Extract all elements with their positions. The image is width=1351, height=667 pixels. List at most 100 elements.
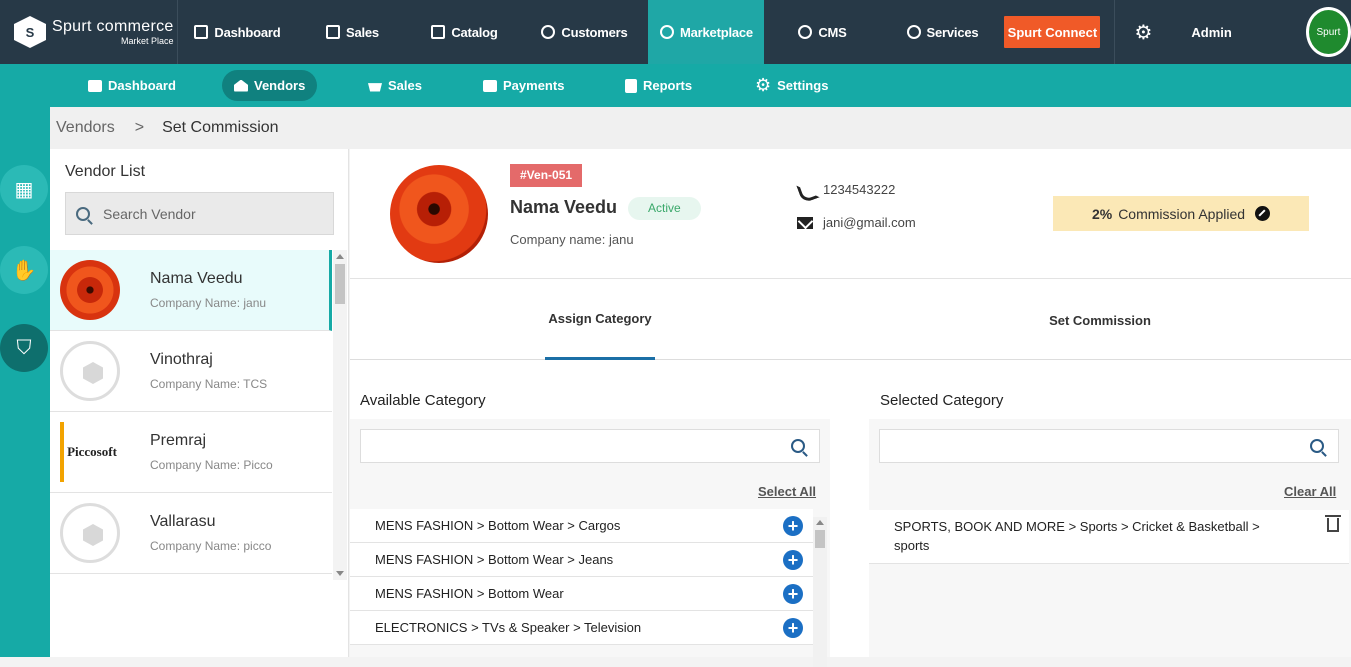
brand-name: Spurt commerce [52,17,174,35]
top-bar: S Spurt commerce Market Place Dashboard … [0,0,1351,64]
vendor-name: Vallarasu [150,513,216,530]
available-search-input[interactable] [360,429,820,463]
scroll-down-icon[interactable] [336,571,344,576]
nav-sales[interactable]: Sales [296,0,408,64]
available-scrollbar[interactable] [813,517,827,667]
status-badge: Active [628,197,701,220]
select-all-link[interactable]: Select All [758,484,816,499]
gear-icon: ⚙ [755,75,772,95]
chart-icon [194,25,209,39]
home-icon [234,79,248,92]
mail-icon [797,216,813,229]
vendor-company: Company Name: picco [150,539,272,553]
add-plus-icon[interactable]: + [783,618,803,638]
vendor-avatar-placeholder [60,341,120,401]
nav-cms[interactable]: CMS [764,0,880,64]
avatar[interactable]: Spurt [1305,7,1351,57]
report-icon [625,78,637,93]
brand-logo[interactable]: S Spurt commerce Market Place [0,0,179,64]
catalog-icon [431,25,446,39]
vendor-profile-company: Company name: janu [510,232,634,247]
subnav-dashboard[interactable]: Dashboard [76,70,188,101]
nav-marketplace[interactable]: Marketplace [648,0,765,64]
vendor-list: Nama Veedu Company Name: janu Vinothraj … [50,250,332,576]
add-plus-icon[interactable]: + [783,584,803,604]
vendor-avatar [60,260,120,320]
vendor-name: Nama Veedu [150,270,243,287]
basket-icon [368,83,382,92]
scroll-up-icon[interactable] [336,254,344,259]
vendor-company: Company Name: Picco [150,458,273,472]
nav-customers[interactable]: Customers [520,0,648,64]
edit-icon[interactable] [1255,206,1271,221]
scrollbar-thumb[interactable] [335,264,345,304]
search-icon [791,439,805,453]
vendor-name: Premraj [150,432,207,449]
breadcrumb-vendors[interactable]: Vendors [56,119,115,137]
globe-icon [906,25,921,39]
clear-all-link[interactable]: Clear All [1284,484,1336,499]
search-icon [76,206,90,221]
globe-icon [798,25,813,39]
detail-tabs: Assign Category Set Commission [350,280,1351,360]
phone-value: 1234543222 [823,181,896,197]
list-item: ELECTRONICS > TVs & Speaker > Television… [350,611,813,645]
dashboard-icon [88,79,102,92]
phone-icon [797,181,813,197]
spurt-logo-icon: S [14,16,46,48]
vendor-detail: #Ven-051 Nama Veedu Active Company name:… [350,149,1351,667]
vendor-name: Vinothraj [150,351,213,368]
scrollbar-thumb[interactable] [815,530,825,548]
subnav-payments[interactable]: Payments [471,70,576,101]
selected-category-box: Clear All SPORTS, BOOK AND MORE > Sports… [869,419,1351,657]
main-nav: Dashboard Sales Catalog Customers Market… [178,0,1004,64]
vendor-company: Company Name: TCS [150,377,268,391]
vendor-row[interactable]: Vallarasu Company Name: picco [50,493,332,574]
store-icon[interactable]: ▦ [0,165,48,213]
vendor-avatar-placeholder [60,503,120,563]
selected-search-input[interactable] [879,429,1339,463]
vendor-phone: 1234543222 [797,181,895,197]
commission-value: 2% [1091,205,1113,222]
add-plus-icon[interactable]: + [783,516,803,536]
subnav-reports[interactable]: Reports [613,70,704,101]
handshake-icon[interactable]: ⛉ [0,324,48,372]
add-plus-icon[interactable]: + [783,550,803,570]
sub-nav: Dashboard Vendors Sales Payments Reports… [0,64,1351,107]
commission-badge: 2% Commission Applied [1053,196,1309,231]
subnav-sales[interactable]: Sales [356,70,434,101]
vendor-search-input[interactable] [103,205,303,222]
vendor-row[interactable]: Piccosoft Premraj Company Name: Picco [50,412,332,493]
vendor-list-scrollbar[interactable] [333,250,347,580]
vendor-profile-image [390,165,488,263]
selected-category-title: Selected Category [880,392,1004,409]
brand-subtitle: Market Place [121,35,174,46]
tab-set-commission[interactable]: Set Commission [1040,280,1160,360]
category-path: SPORTS, BOOK AND MORE > Sports > Cricket… [894,519,1260,553]
admin-label[interactable]: Admin [1171,25,1307,40]
settings-gear-icon[interactable]: ⚙ [1114,0,1171,64]
vendor-profile-name: Nama Veedu [510,197,618,217]
user-icon [660,25,674,39]
vendor-row[interactable]: Nama Veedu Company Name: janu [50,250,332,331]
email-value: jani@gmail.com [823,215,916,230]
spurt-connect-button[interactable]: Spurt Connect [1004,16,1101,48]
trash-icon[interactable] [1325,515,1341,532]
search-icon [1310,439,1324,453]
vendor-list-title: Vendor List [65,163,146,180]
list-item: MENS FASHION > Bottom Wear + [350,577,813,611]
subnav-vendors[interactable]: Vendors [222,70,318,101]
vendor-search[interactable] [65,192,334,235]
calendar-icon [483,79,497,92]
vendor-row[interactable]: Vinothraj Company Name: TCS [50,331,332,412]
tab-assign-category[interactable]: Assign Category [545,280,655,360]
list-item: MENS FASHION > Bottom Wear > Cargos + [350,509,813,543]
hand-money-icon[interactable]: ✋ [0,246,48,294]
nav-catalog[interactable]: Catalog [408,0,520,64]
scroll-up-icon[interactable] [816,520,824,525]
vendor-list-panel: Vendor List Nama Veedu Company Name: jan… [50,149,349,657]
commission-label: Commission Applied [1118,205,1246,222]
subnav-settings[interactable]: ⚙ Settings [743,70,840,101]
nav-dashboard[interactable]: Dashboard [178,0,296,64]
nav-services[interactable]: Services [880,0,1004,64]
